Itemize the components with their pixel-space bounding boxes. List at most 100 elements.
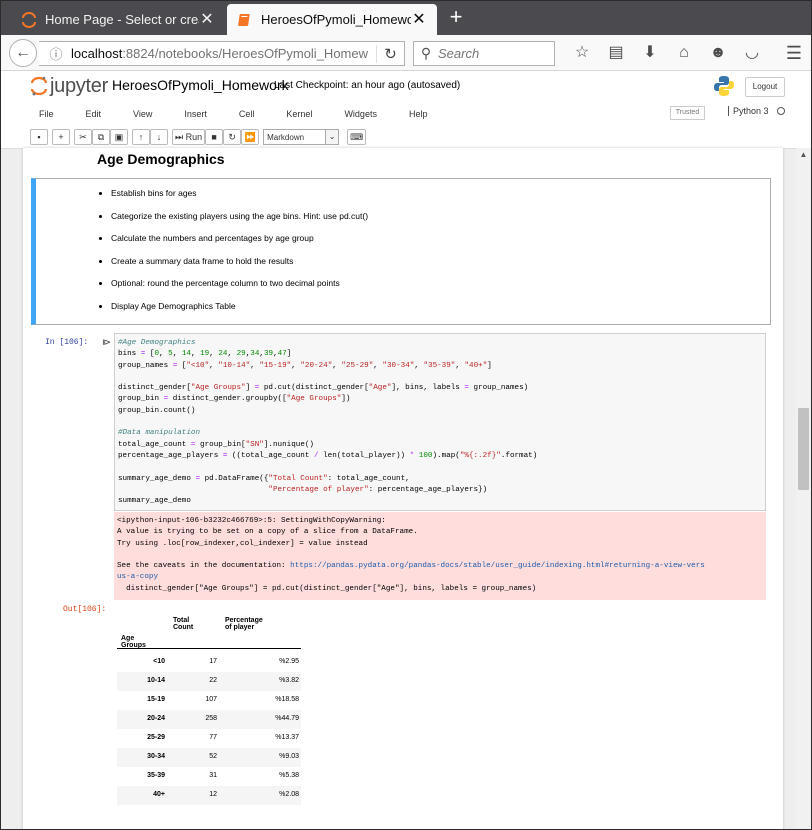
new-tab-button[interactable]: +	[444, 6, 468, 30]
scroll-up-icon[interactable]: ▲	[796, 150, 811, 162]
browser-window: Home Page - Select or create a notebook …	[0, 0, 812, 830]
table-row: 40+ 12 %2.08	[117, 786, 301, 805]
code-cell-input[interactable]: #Age Demographics bins = [0, 5, 14, 19, …	[114, 333, 766, 511]
cell-type-select[interactable]: Markdown ⌄	[263, 129, 340, 145]
code-text[interactable]: #Age Demographics bins = [0, 5, 14, 19, …	[118, 338, 537, 507]
menu-insert[interactable]: Insert	[174, 109, 207, 119]
table-row: 25-29 77 %13.37	[117, 729, 301, 748]
cut-button[interactable]: ✂	[74, 129, 92, 145]
jupyter-logo[interactable]: jupyter	[31, 74, 108, 98]
cell-total-count: 107	[205, 696, 217, 703]
menu-file[interactable]: File	[29, 109, 54, 119]
url-path: :8824/notebooks/HeroesOfPymoli_Homew	[122, 46, 368, 61]
interrupt-button[interactable]: ■	[205, 129, 224, 145]
cell-percentage: %44.79	[275, 715, 299, 722]
keyboard-icon: ⌨	[350, 132, 364, 142]
cell-total-count: 52	[209, 753, 217, 760]
table-row: 15-19 107 %18.58	[117, 691, 301, 710]
download-icon[interactable]: ⬇	[633, 43, 667, 63]
navigation-bar: ← ⓘ localhost:8824/notebooks/HeroesOfPym…	[1, 35, 811, 71]
stderr-text: <ipython-input-106-b3232c466769>:5: Sett…	[117, 517, 705, 593]
close-icon[interactable]: ✕	[199, 11, 215, 28]
fast-forward-icon: ⏩	[244, 132, 256, 142]
section-heading: Age Demographics	[97, 151, 225, 167]
copy-button[interactable]: ⧉	[92, 129, 110, 145]
info-icon[interactable]: ⓘ	[45, 44, 67, 63]
back-button[interactable]: ←	[9, 39, 37, 67]
menu-help[interactable]: Help	[399, 109, 428, 119]
move-down-button[interactable]: ↓	[150, 129, 168, 145]
restart-button[interactable]: ↻	[223, 129, 242, 145]
index-name-header: Age Groups	[121, 635, 146, 649]
pocket-icon[interactable]: ◡	[735, 43, 769, 63]
input-prompt: In [106]:	[45, 338, 89, 347]
copy-icon: ⧉	[97, 132, 105, 142]
move-up-button[interactable]: ↑	[132, 129, 150, 145]
stop-icon: ■	[211, 132, 217, 142]
command-palette-button[interactable]: ⌨	[347, 129, 367, 145]
cell-percentage: %3.82	[279, 677, 299, 684]
row-index-age-group: <10	[153, 658, 165, 665]
save-icon: ▪	[37, 132, 41, 142]
python-logo-icon	[714, 76, 734, 96]
list-item: Create a summary data frame to hold the …	[111, 256, 368, 279]
menu-view[interactable]: View	[123, 109, 152, 119]
notebook-name[interactable]: HeroesOfPymoli_Homework	[112, 77, 289, 93]
run-cell-marker-icon[interactable]: ⧐	[102, 337, 111, 348]
close-icon[interactable]: ✕	[411, 11, 427, 28]
paste-button[interactable]: ▣	[110, 129, 128, 145]
markdown-cell[interactable]: Establish bins for ages Categorize the e…	[31, 178, 771, 325]
url-text[interactable]: localhost:8824/notebooks/HeroesOfPymoli_…	[67, 46, 376, 61]
jupyter-logo-text: jupyter	[50, 74, 108, 97]
cell-type-value: Markdown	[267, 132, 305, 142]
row-index-age-group: 35-39	[147, 772, 165, 779]
plus-icon: +	[58, 132, 64, 142]
paste-icon: ▣	[114, 132, 124, 142]
cell-percentage: %9.03	[279, 753, 299, 760]
page-scrollbar[interactable]: ▲	[796, 148, 811, 829]
cell-total-count: 12	[209, 791, 217, 798]
menu-kernel[interactable]: Kernel	[276, 109, 312, 119]
url-bar[interactable]: ⓘ localhost:8824/notebooks/HeroesOfPymol…	[39, 41, 405, 66]
row-index-age-group: 40+	[153, 791, 165, 798]
jupyter-favicon-icon	[22, 11, 36, 28]
insert-cell-button[interactable]: +	[52, 129, 70, 145]
markdown-list: Establish bins for ages Categorize the e…	[111, 188, 368, 324]
arrow-left-icon: ←	[15, 44, 31, 61]
home-icon[interactable]: ⌂	[667, 43, 701, 63]
checkpoint-status: Last Checkpoint: an hour ago (autosaved)	[274, 80, 461, 91]
table-row: 10-14 22 %3.82	[117, 672, 301, 691]
tab-notebook[interactable]: HeroesOfPymoli_Homework ✕	[227, 4, 437, 35]
save-button[interactable]: ▪	[30, 129, 48, 145]
logout-button[interactable]: Logout	[745, 77, 785, 97]
table-row: 30-34 52 %9.03	[117, 748, 301, 767]
star-icon[interactable]: ☆	[565, 43, 599, 63]
url-host: localhost	[71, 46, 123, 61]
menu-cell[interactable]: Cell	[229, 109, 255, 119]
run-button[interactable]: ⏭ Run	[172, 129, 206, 145]
search-icon: ⚲	[420, 45, 432, 61]
restart-run-all-button[interactable]: ⏩	[241, 129, 260, 145]
tab-bar: Home Page - Select or create a notebook …	[1, 1, 811, 35]
list-item: Categorize the existing players using th…	[111, 211, 368, 234]
cell-percentage: %2.95	[279, 658, 299, 665]
scrollbar-thumb[interactable]	[798, 408, 809, 490]
search-bar[interactable]: ⚲	[413, 41, 555, 66]
cell-percentage: %18.58	[275, 696, 299, 703]
trusted-badge[interactable]: Trusted	[670, 106, 705, 120]
reload-icon[interactable]: ↻	[376, 44, 404, 63]
stderr-output: <ipython-input-106-b3232c466769>:5: Sett…	[114, 512, 766, 600]
table-row: 20-24 258 %44.79	[117, 710, 301, 729]
row-index-age-group: 25-29	[147, 734, 165, 741]
column-header-percentage: Percentage of player	[225, 617, 263, 631]
search-input[interactable]	[438, 46, 554, 61]
tab-home[interactable]: Home Page - Select or create a notebook …	[11, 4, 225, 35]
menu-widgets[interactable]: Widgets	[334, 109, 377, 119]
reading-list-icon[interactable]: ▤	[599, 43, 633, 63]
tab-title: Home Page - Select or create a notebook	[45, 12, 199, 27]
smiley-icon[interactable]: ☻	[701, 43, 735, 63]
hamburger-menu-icon[interactable]: ☰	[781, 43, 807, 63]
restart-icon: ↻	[228, 132, 236, 142]
menu-edit[interactable]: Edit	[76, 109, 102, 119]
chevron-down-icon: ⌄	[325, 130, 339, 144]
